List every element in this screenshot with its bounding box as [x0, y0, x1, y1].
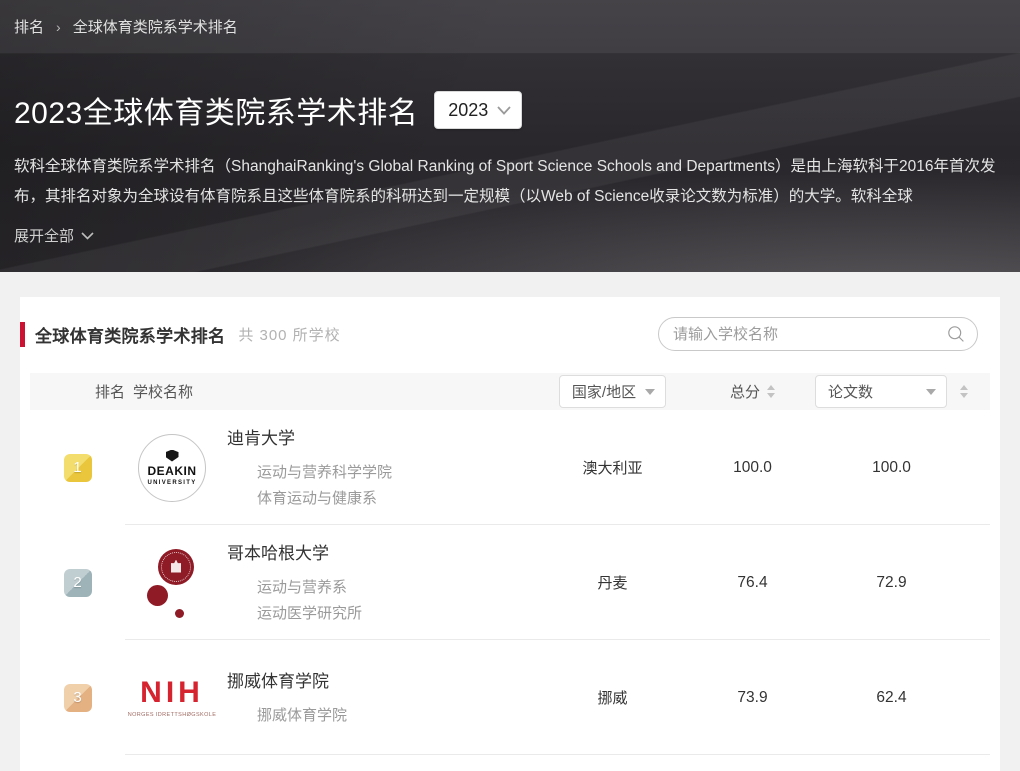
- hero-header: 排名 › 全球体育类院系学术排名 2023全球体育类院系学术排名 2023 软科…: [0, 0, 1020, 272]
- papers-filter-dropdown[interactable]: 论文数: [815, 375, 947, 408]
- school-name-link[interactable]: 迪肯大学: [227, 424, 392, 449]
- seal-icon: [158, 549, 194, 585]
- norwegian-school-of-sport-sciences-logo: NIH NORGES IDRETTSHØGSKOLE: [135, 678, 209, 718]
- table-row: 1 DEAKIN UNIVERSITY 迪肯大学 运动与营养科学学院体育运动与健…: [30, 410, 990, 525]
- chevron-down-icon: [497, 106, 511, 115]
- rank-badge: 3: [64, 684, 92, 712]
- country-filter-dropdown[interactable]: 国家/地区: [559, 375, 666, 408]
- department-line: 挪威体育学院: [257, 703, 347, 729]
- triangle-down-icon: [926, 389, 936, 395]
- university-of-copenhagen-logo: [137, 543, 207, 623]
- ranking-description: 软科全球体育类院系学术排名（ShanghaiRanking's Global R…: [14, 152, 1006, 212]
- school-cell: 哥本哈根大学 运动与营养系运动医学研究所: [125, 539, 535, 627]
- header-score: 总分: [730, 381, 760, 402]
- logo-subtext: NORGES IDRETTSHØGSKOLE: [128, 712, 217, 718]
- search-icon[interactable]: [947, 325, 965, 348]
- logo-subtext: UNIVERSITY: [147, 480, 196, 486]
- year-select-value: 2023: [448, 100, 488, 121]
- expand-all-button[interactable]: 展开全部: [14, 225, 94, 246]
- school-logo: DEAKIN UNIVERSITY: [137, 433, 207, 503]
- triangle-down-icon: [645, 389, 655, 395]
- department-line: 体育运动与健康系: [257, 486, 392, 512]
- accent-bar: [20, 322, 25, 347]
- school-search: [658, 317, 978, 351]
- department-line: 运动与营养系: [257, 575, 362, 601]
- school-logo: [137, 543, 207, 623]
- header-rank: 排名: [30, 381, 125, 402]
- shield-icon: [166, 450, 179, 462]
- rank-cell: 1: [30, 454, 125, 482]
- logo-text: NIH: [140, 678, 204, 708]
- department-line: 运动与营养科学学院: [257, 460, 392, 486]
- score-sort-button[interactable]: [767, 385, 775, 398]
- country-filter-label: 国家/地区: [572, 381, 636, 402]
- rank-cell: 2: [30, 569, 125, 597]
- score-cell: 73.9: [690, 689, 815, 707]
- rank-cell: 3: [30, 684, 125, 712]
- header-school-name: 学校名称: [125, 381, 535, 402]
- departments: 运动与营养系运动医学研究所: [257, 575, 362, 627]
- card-header: 全球体育类院系学术排名 共 300 所学校: [20, 297, 1000, 367]
- rank-badge: 1: [64, 454, 92, 482]
- breadcrumb-current: 全球体育类院系学术排名: [73, 16, 238, 37]
- dot-icon: [147, 585, 168, 606]
- breadcrumb: 排名 › 全球体育类院系学术排名: [0, 0, 1020, 54]
- hero-body: 2023全球体育类院系学术排名 2023 软科全球体育类院系学术排名（Shang…: [0, 54, 1020, 246]
- papers-sort-button[interactable]: [960, 385, 968, 398]
- school-count-text: 共 300 所学校: [238, 324, 340, 345]
- expand-all-label: 展开全部: [14, 225, 74, 246]
- breadcrumb-separator-icon: ›: [56, 19, 61, 35]
- papers-cell: 62.4: [815, 689, 990, 707]
- school-logo: NIH NORGES IDRETTSHØGSKOLE: [137, 663, 207, 733]
- card-title: 全球体育类院系学术排名: [35, 322, 225, 347]
- page-title: 2023全球体育类院系学术排名: [14, 88, 418, 132]
- school-cell: NIH NORGES IDRETTSHØGSKOLE 挪威体育学院 挪威体育学院: [125, 663, 535, 733]
- score-cell: 76.4: [690, 574, 815, 592]
- year-select-dropdown[interactable]: 2023: [434, 91, 522, 129]
- school-name-link[interactable]: 哥本哈根大学: [227, 539, 362, 564]
- departments: 运动与营养科学学院体育运动与健康系: [257, 460, 392, 512]
- papers-cell: 100.0: [815, 459, 990, 477]
- papers-cell: 72.9: [815, 574, 990, 592]
- country-cell: 澳大利亚: [535, 457, 690, 478]
- score-cell: 100.0: [690, 459, 815, 477]
- table-row: 2 哥本哈根大学 运动与营养系运动医学研究所 丹麦 76.4 72.9: [30, 525, 990, 640]
- country-cell: 丹麦: [535, 572, 690, 593]
- dot-icon: [175, 609, 184, 618]
- deakin-university-logo: DEAKIN UNIVERSITY: [138, 434, 206, 502]
- search-input[interactable]: [658, 317, 978, 351]
- country-cell: 挪威: [535, 687, 690, 708]
- rank-badge: 2: [64, 569, 92, 597]
- breadcrumb-home-link[interactable]: 排名: [14, 16, 44, 37]
- department-line: 运动医学研究所: [257, 601, 362, 627]
- table-row: 3 NIH NORGES IDRETTSHØGSKOLE 挪威体育学院 挪威体育…: [30, 640, 990, 755]
- table-header: 排名 学校名称 国家/地区 总分 论文数: [30, 373, 990, 410]
- table-body: 1 DEAKIN UNIVERSITY 迪肯大学 运动与营养科学学院体育运动与健…: [20, 410, 1000, 755]
- logo-text: DEAKIN: [147, 464, 196, 478]
- papers-filter-label: 论文数: [828, 381, 873, 402]
- departments: 挪威体育学院: [257, 703, 347, 729]
- school-name-link[interactable]: 挪威体育学院: [227, 667, 347, 692]
- chevron-down-icon: [81, 232, 94, 240]
- ranking-card: 全球体育类院系学术排名 共 300 所学校 排名 学校名称 国家/地区 总分 论…: [20, 297, 1000, 771]
- school-cell: DEAKIN UNIVERSITY 迪肯大学 运动与营养科学学院体育运动与健康系: [125, 424, 535, 512]
